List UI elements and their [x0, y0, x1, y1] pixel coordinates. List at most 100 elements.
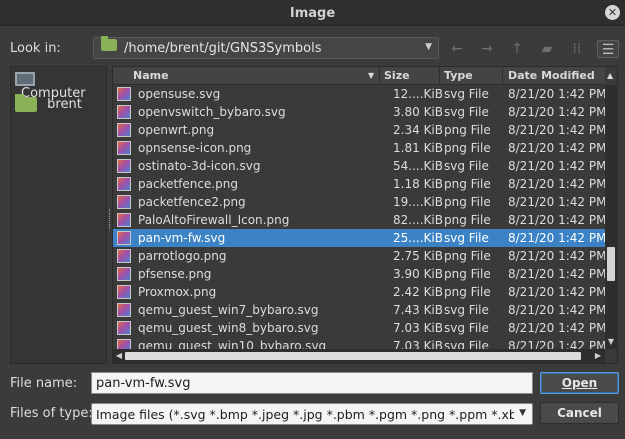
column-size[interactable]: Size — [384, 69, 410, 82]
file-size-cell: 7.43 KiB — [393, 303, 443, 317]
look-in-label: Look in: — [10, 41, 61, 56]
file-size-cell: 2.34 KiB — [393, 123, 443, 137]
file-name-input[interactable]: pan-vm-fw.svg — [91, 372, 533, 394]
file-date-cell: 8/21/20 1:42 PM — [508, 87, 607, 101]
file-name-cell: Proxmox.png — [138, 285, 217, 299]
table-row[interactable]: opensuse.svg 12....KiB svg File 8/21/20 1:4… — [113, 85, 607, 103]
file-name-cell: packetfence.png — [138, 177, 239, 191]
file-date-cell: 8/21/20 1:42 PM — [508, 285, 607, 299]
table-row[interactable]: pan-vm-fw.svg 25....KiB svg File 8/21/20 1:… — [113, 229, 607, 247]
image-file-icon — [117, 231, 131, 245]
file-type-cell: svg File — [444, 87, 489, 101]
sort-indicator-icon: ▼ — [368, 71, 375, 80]
file-size-cell: 54....KiB — [393, 159, 443, 173]
horizontal-scrollbar[interactable]: ◀ ▶ — [113, 349, 605, 363]
chevron-down-icon: ▼ — [425, 42, 432, 52]
sidebar-item-brent[interactable]: brent — [15, 94, 82, 119]
open-button-label: Open — [561, 376, 598, 390]
file-date-cell: 8/21/20 1:42 PM — [508, 195, 607, 209]
files-of-type-combo[interactable]: Image files (*.svg *.bmp *.jpeg *.jpg *.… — [91, 403, 533, 425]
file-list[interactable]: Name ▼ Size Type Date Modified ▲ opensus… — [112, 66, 618, 364]
image-file-icon — [117, 195, 131, 209]
scroll-up-icon[interactable]: ▲ — [607, 71, 613, 80]
table-row[interactable]: openwrt.png 2.34 KiB png File 8/21/20 1:42 … — [113, 121, 607, 139]
file-date-cell: 8/21/20 1:42 PM — [508, 141, 607, 155]
table-row[interactable]: parrotlogo.png 2.75 KiB png File 8/21/20 1:… — [113, 247, 606, 265]
vertical-scrollbar[interactable]: ▼ — [605, 85, 617, 349]
table-row[interactable]: packetfence.png 1.18 KiB png File 8/21/20 1… — [113, 175, 607, 193]
image-file-icon — [117, 105, 131, 119]
file-date-cell: 8/21/20 1:42 PM — [508, 159, 607, 173]
file-name-cell: pan-vm-fw.svg — [138, 231, 226, 245]
file-name-cell: PaloAltoFirewall_Icon.png — [138, 213, 290, 227]
file-type-cell: png File — [444, 141, 491, 155]
file-name-cell: opensuse.svg — [138, 87, 221, 101]
image-file-icon — [117, 213, 131, 227]
column-type[interactable]: Type — [444, 69, 473, 82]
file-type-cell: png File — [444, 123, 491, 137]
file-size-cell: 82....KiB — [393, 213, 443, 227]
file-size-cell: 12....KiB — [393, 87, 443, 101]
window-title: Image — [289, 6, 336, 21]
image-file-icon — [117, 123, 131, 137]
scroll-corner — [605, 349, 617, 363]
parent-dir-icon[interactable]: ↑ — [506, 40, 528, 58]
table-row[interactable]: PaloAltoFirewall_Icon.png 82....KiB png Fi… — [113, 211, 607, 229]
file-date-cell: 8/21/20 1:42 PM — [508, 231, 607, 245]
file-date-cell: 8/21/20 1:42 PM — [508, 213, 607, 227]
file-size-cell: 1.18 KiB — [393, 177, 443, 191]
table-row[interactable]: ostinato-3d-icon.svg 54....KiB svg File 8/2… — [113, 157, 607, 175]
detail-view-icon[interactable]: ☰ — [597, 40, 619, 58]
image-file-icon — [117, 267, 131, 281]
folder-icon — [15, 94, 37, 112]
close-icon[interactable]: ✕ — [605, 5, 620, 20]
vertical-scroll-thumb[interactable] — [607, 247, 615, 281]
new-folder-icon[interactable]: ▰ — [536, 40, 558, 58]
file-name-cell: packetfence2.png — [138, 195, 246, 209]
chevron-down-icon: ▼ — [519, 408, 526, 418]
title-bar: Image ✕ — [0, 0, 625, 26]
file-type-cell: svg File — [444, 321, 489, 335]
scroll-left-icon[interactable]: ◀ — [114, 351, 124, 361]
open-button[interactable]: Open — [540, 372, 619, 394]
file-name-cell: parrotlogo.png — [138, 249, 227, 263]
look-in-combo[interactable]: /home/brent/git/GNS3Symbols ▼ — [93, 35, 439, 59]
forward-arrow-icon[interactable]: → — [476, 40, 498, 58]
file-size-cell: 3.80 KiB — [393, 105, 443, 119]
file-date-cell: 8/21/20 1:42 PM — [508, 123, 607, 137]
horizontal-scroll-thumb[interactable] — [125, 352, 581, 360]
list-view-icon[interactable]: ⁞⁞ — [566, 40, 588, 58]
file-date-cell: 8/21/20 1:42 PM — [508, 177, 607, 191]
files-of-type-value: Image files (*.svg *.bmp *.jpeg *.jpg *.… — [96, 407, 514, 422]
column-date-modified[interactable]: Date Modified — [508, 69, 595, 82]
image-file-icon — [117, 87, 131, 101]
table-row[interactable]: pfsense.png 3.90 KiB png File 8/21/20 1:42 … — [113, 265, 607, 283]
table-row[interactable]: Proxmox.png 2.42 KiB png File 8/21/20 1:42 … — [113, 283, 607, 301]
scroll-right-icon[interactable]: ▶ — [593, 351, 603, 361]
table-row[interactable]: qemu_guest_win7_bybaro.svg 7.43 KiB svg Fi… — [113, 301, 606, 319]
file-type-cell: svg File — [444, 231, 489, 245]
file-type-cell: svg File — [444, 159, 489, 173]
table-row[interactable]: qemu_guest_win8_bybaro.svg 7.03 KiB svg Fi… — [113, 319, 606, 337]
cancel-button[interactable]: Cancel — [540, 402, 619, 424]
table-row[interactable]: packetfence2.png 19....KiB png File 8/21/20… — [113, 193, 607, 211]
file-size-cell: 25....KiB — [393, 231, 443, 245]
table-row[interactable]: opnsense-icon.png 1.81 KiB png File 8/21/20… — [113, 139, 607, 157]
look-in-path: /home/brent/git/GNS3Symbols — [124, 41, 322, 56]
file-type-cell: png File — [444, 213, 491, 227]
image-file-icon — [117, 249, 131, 263]
splitter-handle[interactable] — [109, 209, 111, 229]
table-row[interactable]: openvswitch_bybaro.svg 3.80 KiB svg File 8/… — [113, 103, 606, 121]
sidebar-item-computer[interactable]: Computer — [15, 71, 106, 101]
back-arrow-icon[interactable]: ← — [446, 40, 468, 58]
file-name-cell: qemu_guest_win7_bybaro.svg — [138, 303, 319, 317]
image-file-icon — [117, 141, 131, 155]
file-type-cell: svg File — [444, 105, 489, 119]
file-type-cell: png File — [444, 285, 491, 299]
scroll-down-icon[interactable]: ▼ — [606, 337, 616, 347]
file-date-cell: 8/21/20 1:42 PM — [508, 267, 607, 281]
column-name[interactable]: Name — [133, 69, 169, 82]
image-file-icon — [117, 159, 131, 173]
file-name-cell: qemu_guest_win8_bybaro.svg — [138, 321, 319, 335]
image-file-icon — [117, 303, 131, 317]
